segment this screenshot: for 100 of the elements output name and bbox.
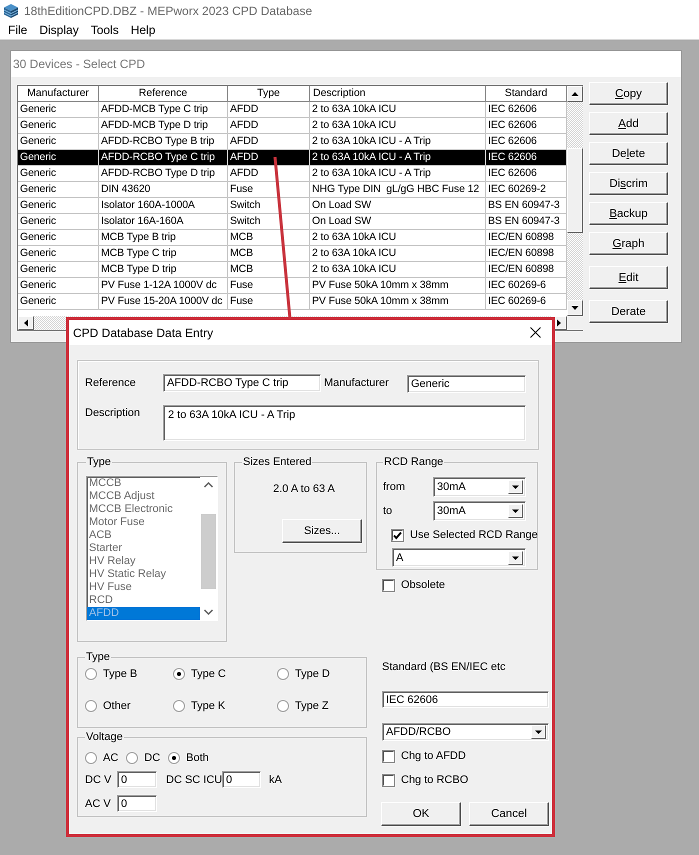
dc-short-circuit-field[interactable]: 0 [222, 771, 261, 788]
window-title: 30 Devices - Select CPD [13, 57, 146, 71]
field-label: DC SC ICU [166, 772, 222, 786]
radio-icon[interactable] [173, 700, 185, 712]
table-row[interactable]: Generic AFDD-RCBO Type C trip AFDD 2 to 63A 10kA ICU - A Trip IEC 62606 [18, 150, 567, 166]
field-label: Manufacturer [323, 376, 390, 390]
dropdown-arrow-icon[interactable] [508, 480, 523, 494]
field-label: DC V [85, 772, 112, 786]
column-header[interactable]: Reference [99, 86, 228, 102]
sizes-button[interactable]: Sizes... [282, 519, 362, 543]
cube-icon [3, 2, 19, 18]
radio-option[interactable]: AC [85, 748, 118, 768]
radio-option[interactable]: DC [126, 748, 160, 768]
scrollbar-corner [567, 316, 583, 330]
add-button[interactable]: Add [589, 112, 668, 135]
group-label: Sizes Entered [242, 455, 312, 469]
checkbox-icon[interactable] [382, 750, 395, 762]
radio-option[interactable]: Type C [173, 664, 226, 684]
edit-button[interactable]: Edit [589, 266, 668, 289]
table-row[interactable]: Generic Isolator 160A-1000A Switch On Load SW BS EN 60947-3 [18, 198, 567, 214]
radio-icon[interactable] [277, 700, 289, 712]
radio-icon[interactable] [85, 700, 97, 712]
column-header[interactable]: Type [228, 86, 310, 102]
radio-option[interactable]: Other [85, 696, 131, 716]
ok-button[interactable]: OK [381, 802, 461, 826]
table-row[interactable]: Generic PV Fuse 1-12A 1000V dc Fuse PV Fuse 50kA 10mm x 38mm IEC 60269-6 [18, 278, 567, 294]
radio-icon[interactable] [126, 752, 138, 764]
dialog-title: CPD Database Data Entry [73, 326, 214, 340]
scrollbar-thumb[interactable] [567, 148, 583, 233]
description-field[interactable]: 2 to 63A 10kA ICU - A Trip [163, 405, 526, 441]
table-row[interactable]: Generic AFDD-RCBO Type B trip AFDD 2 to 63A 10kA ICU - A Trip IEC 62606 [18, 134, 567, 150]
table-cell: Generic [18, 294, 99, 310]
discrim-button[interactable]: Discrim [589, 172, 668, 195]
group-label: Voltage [85, 730, 124, 744]
checkbox-icon[interactable] [382, 578, 395, 592]
from-select[interactable]: 30mA [433, 477, 526, 497]
dropdown-arrow-icon[interactable] [508, 550, 523, 564]
graph-button[interactable]: Graph [589, 232, 668, 255]
group-label: Type [85, 650, 111, 664]
menu-item[interactable]: Display [33, 21, 85, 39]
checkbox[interactable]: Chg to AFDD [382, 749, 466, 763]
down-arrow-icon[interactable] [567, 300, 583, 316]
delete-button[interactable]: Delete [589, 142, 668, 165]
table-row[interactable]: Generic MCB Type B trip MCB 2 to 63A 10kA ICU IEC/EN 60898 [18, 230, 567, 246]
radio-icon[interactable] [277, 668, 289, 680]
radio-option[interactable]: Type D [277, 664, 330, 684]
dropdown-arrow-icon[interactable] [508, 504, 523, 518]
radio-icon[interactable] [85, 752, 97, 764]
column-header[interactable]: Standard [486, 86, 567, 102]
size-range-text: 2.0 A to 63 A [273, 482, 335, 496]
to-select[interactable]: 30mA [433, 501, 526, 521]
window-title: 18thEditionCPD.DBZ - MEPworx 2023 CPD Database [24, 4, 312, 18]
table-row[interactable]: Generic DIN 43620 Fuse NHG Type DIN gL/gG HBC Fuse 12 IEC 60269-2 [18, 182, 567, 198]
checkbox-icon[interactable] [382, 774, 395, 786]
copy-button[interactable]: Copy [589, 82, 668, 105]
table-cell: Fuse [228, 294, 310, 310]
radio-icon[interactable] [168, 752, 180, 764]
unit-label: kA [269, 772, 282, 786]
radio-icon[interactable] [85, 668, 97, 680]
rcd-type-select[interactable]: A [392, 548, 526, 567]
table-row[interactable]: Generic MCB Type C trip MCB 2 to 63A 10kA ICU IEC/EN 60898 [18, 246, 567, 262]
vertical-scrollbar[interactable] [567, 86, 583, 316]
radio-option[interactable]: Type Z [277, 696, 329, 716]
cancel-button[interactable]: Cancel [469, 802, 549, 826]
manufacturer-field[interactable]: Generic [407, 375, 526, 393]
column-header[interactable]: Manufacturer [18, 86, 99, 102]
dc-voltage-field[interactable]: 0 [117, 771, 157, 788]
table-row[interactable]: Generic PV Fuse 15-20A 1000V dc Fuse PV Fuse 50kA 10mm x 38mm IEC 60269-6 [18, 294, 567, 310]
ac-voltage-field[interactable]: 0 [117, 795, 157, 812]
reference-field[interactable]: AFDD-RCBO Type C trip [163, 374, 321, 392]
table-row[interactable]: Generic MCB Type D trip MCB 2 to 63A 10kA ICU IEC/EN 60898 [18, 262, 567, 278]
derate-button[interactable]: Derate [589, 300, 668, 323]
table-row[interactable]: Generic AFDD-RCBO Type D trip AFDD 2 to 63A 10kA ICU - A Trip IEC 62606 [18, 166, 567, 182]
radio-option[interactable]: Type K [173, 696, 226, 716]
menu-item[interactable]: Help [124, 21, 162, 39]
group-label: RCD Range [383, 455, 444, 469]
table-row[interactable]: Generic AFDD-MCB Type C trip AFDD 2 to 63A 10kA ICU IEC 62606 [18, 102, 567, 118]
radio-icon[interactable] [173, 668, 185, 680]
radio-option[interactable]: Type B [85, 664, 138, 684]
up-arrow-icon[interactable] [567, 86, 583, 102]
standard-field[interactable]: IEC 62606 [382, 691, 549, 708]
field-label: from [383, 480, 406, 494]
radio-option[interactable]: Both [168, 748, 209, 768]
column-header[interactable]: Description [310, 86, 486, 102]
checkbox[interactable]: Chg to RCBO [382, 773, 468, 787]
checkbox[interactable]: Use Selected RCD Range [391, 528, 538, 542]
checkbox-icon[interactable] [391, 528, 404, 542]
table-row[interactable]: Generic Isolator 16A-160A Switch On Load SW BS EN 60947-3 [18, 214, 567, 230]
table-row[interactable]: Generic AFDD-MCB Type D trip AFDD 2 to 63A 10kA ICU IEC 62606 [18, 118, 567, 134]
checkbox[interactable]: Obsolete [382, 578, 446, 592]
field-label: Standard (BS EN/IEC etc [382, 660, 506, 674]
device-class-select[interactable]: AFDD/RCBO [382, 723, 549, 741]
backup-button[interactable]: Backup [589, 202, 668, 225]
left-arrow-icon[interactable] [18, 316, 34, 330]
dropdown-arrow-icon[interactable] [531, 725, 546, 739]
field-label: Reference [85, 376, 137, 390]
group-label: Type [86, 455, 112, 469]
menu-item[interactable]: File [2, 21, 34, 39]
menu-item[interactable]: Tools [84, 21, 125, 39]
table-cell: IEC 60269-6 [486, 294, 567, 310]
